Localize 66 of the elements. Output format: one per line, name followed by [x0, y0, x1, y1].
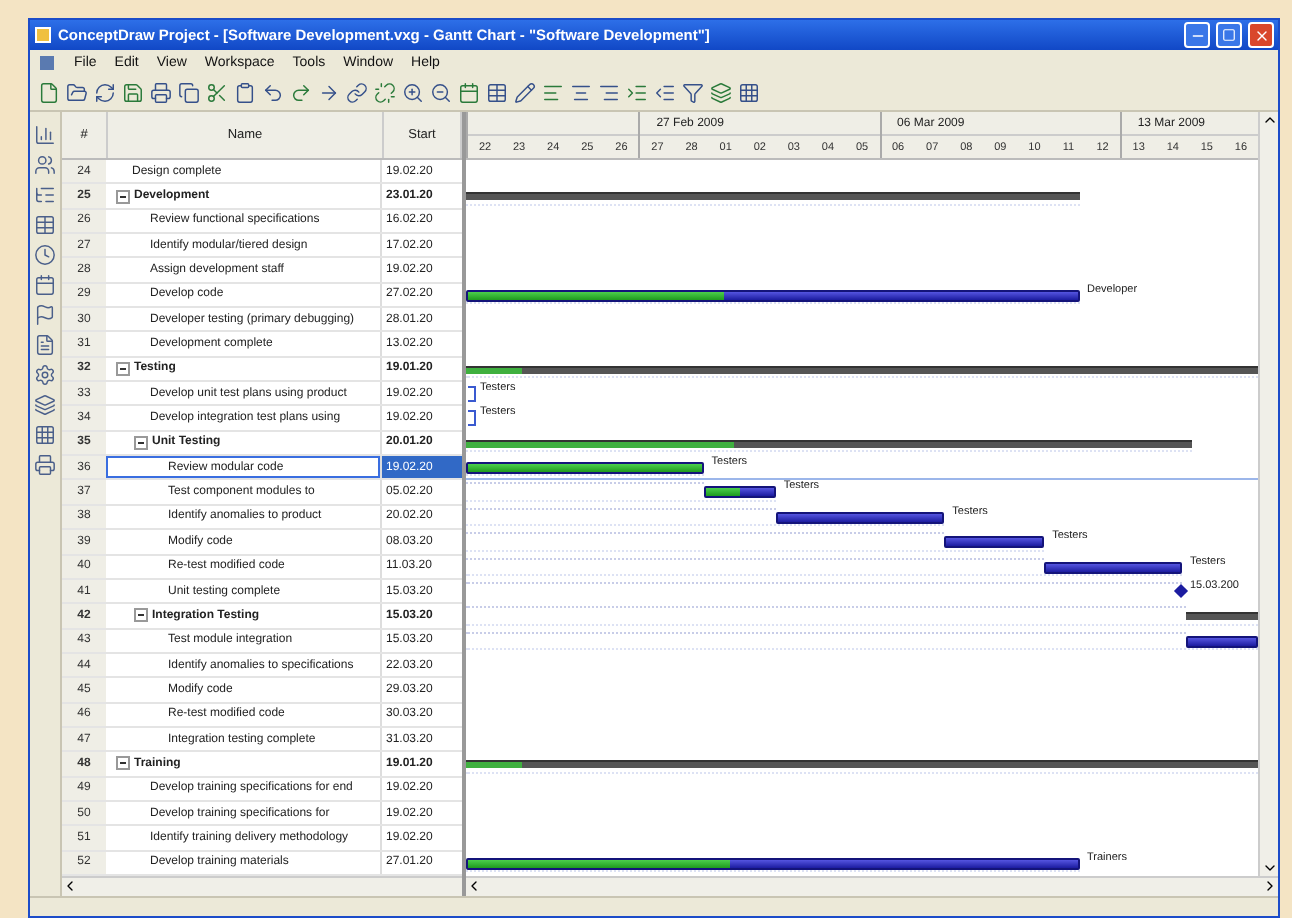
- summary-bar[interactable]: [466, 365, 1258, 374]
- scissors-icon[interactable]: [206, 82, 228, 104]
- scroll-right-icon[interactable]: [1262, 878, 1278, 894]
- new-file-icon[interactable]: [38, 82, 60, 104]
- redo-icon[interactable]: [290, 82, 312, 104]
- scroll-left-icon[interactable]: [62, 878, 78, 894]
- minimize-button[interactable]: [1184, 22, 1210, 48]
- close-button[interactable]: [1248, 22, 1274, 48]
- scroll-down-icon[interactable]: [1261, 860, 1277, 876]
- clock-icon[interactable]: [34, 244, 56, 266]
- task-bar[interactable]: [466, 289, 1079, 302]
- unlink-icon[interactable]: [374, 82, 396, 104]
- task-bar[interactable]: [703, 486, 776, 499]
- task-bar[interactable]: [1044, 561, 1182, 573]
- summary-bar[interactable]: [1185, 612, 1258, 621]
- milestone-icon[interactable]: [1173, 583, 1188, 598]
- collapse-icon[interactable]: [116, 756, 130, 771]
- clipboard-icon[interactable]: [234, 82, 256, 104]
- collapse-icon[interactable]: [116, 189, 130, 204]
- summary-bar[interactable]: [466, 760, 1258, 769]
- people-icon[interactable]: [34, 154, 56, 176]
- zoom-out-icon[interactable]: [430, 82, 452, 104]
- arrow-icon[interactable]: [318, 82, 340, 104]
- scroll-up-icon[interactable]: [1261, 112, 1277, 128]
- maximize-button[interactable]: [1216, 22, 1242, 48]
- collapse-icon[interactable]: [134, 435, 148, 450]
- table-icon[interactable]: [486, 82, 508, 104]
- align-center-icon[interactable]: [570, 82, 592, 104]
- grid-icon[interactable]: [34, 424, 56, 446]
- collapse-icon[interactable]: [134, 608, 148, 623]
- align-right-icon[interactable]: [598, 82, 620, 104]
- printer-icon[interactable]: [34, 454, 56, 476]
- summary-bar[interactable]: [466, 439, 1193, 448]
- flag-icon[interactable]: [34, 304, 56, 326]
- undo-icon[interactable]: [262, 82, 284, 104]
- chart-icon[interactable]: [34, 124, 56, 146]
- layers-icon[interactable]: [710, 82, 732, 104]
- calendar-icon[interactable]: [458, 82, 480, 104]
- task-bar[interactable]: [944, 536, 1045, 549]
- link-icon[interactable]: [346, 82, 368, 104]
- pencil-icon[interactable]: [514, 82, 536, 104]
- table-icon[interactable]: [34, 214, 56, 236]
- task-bar[interactable]: [775, 511, 945, 524]
- maximize-icon: [1222, 28, 1236, 42]
- filter-icon[interactable]: [682, 82, 704, 104]
- summary-bar[interactable]: [466, 192, 1079, 201]
- tree-icon[interactable]: [34, 184, 56, 206]
- align-left-icon[interactable]: [542, 82, 564, 104]
- scroll-left-icon[interactable]: [466, 878, 482, 894]
- settings-icon[interactable]: [34, 364, 56, 386]
- layers-icon[interactable]: [34, 394, 56, 416]
- copy-icon[interactable]: [178, 82, 200, 104]
- task-bar[interactable]: [1185, 635, 1258, 648]
- collapse-icon[interactable]: [116, 361, 130, 376]
- task-bar[interactable]: [466, 857, 1079, 870]
- folder-icon[interactable]: [66, 82, 88, 104]
- grid-icon[interactable]: [738, 82, 760, 104]
- printer-icon[interactable]: [150, 82, 172, 104]
- indent-icon[interactable]: [626, 82, 648, 104]
- calendar-icon[interactable]: [34, 274, 56, 296]
- close-icon: [1253, 27, 1269, 43]
- zoom-in-icon[interactable]: [402, 82, 424, 104]
- refresh-icon[interactable]: [94, 82, 116, 104]
- outdent-icon[interactable]: [654, 82, 676, 104]
- save-icon[interactable]: [122, 82, 144, 104]
- app-icon: [34, 26, 52, 44]
